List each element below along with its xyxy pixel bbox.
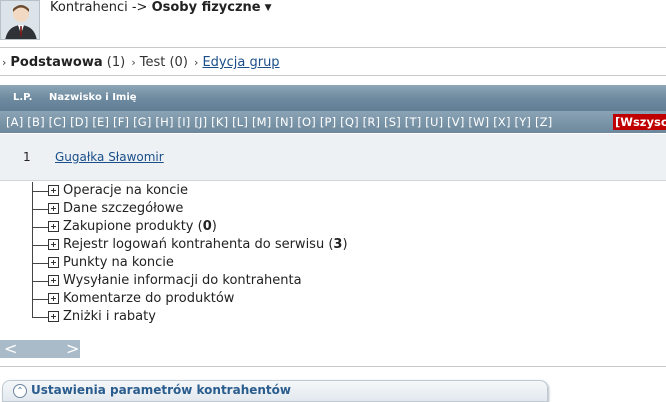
table-header: L.P. Nazwisko i Imię — [0, 85, 666, 111]
expand-icon[interactable] — [48, 311, 59, 322]
tab-test[interactable]: Test — [140, 55, 166, 70]
tree-item-label: Zakupione produkty (0) — [63, 219, 217, 234]
tree-item-operacje[interactable]: Operacje na koncie — [32, 182, 632, 200]
tree-item-wysylanie[interactable]: Wysyłanie informacji do kontrahenta — [32, 272, 632, 290]
expand-icon[interactable] — [48, 293, 59, 304]
tree-item-rejestr[interactable]: Rejestr logowań kontrahenta do serwisu (… — [32, 236, 632, 254]
filter-all-button[interactable]: [Wszyscy] — [613, 114, 666, 130]
settings-panel-title[interactable]: Ustawienia parametrów kontrahentów — [31, 383, 291, 397]
divider — [0, 47, 666, 48]
expand-icon[interactable] — [48, 185, 59, 196]
tab-podstawowa[interactable]: Podstawowa — [10, 55, 102, 70]
chevron-right-icon: › — [131, 56, 136, 69]
tree-item-label: Punkty na koncie — [63, 255, 174, 270]
column-header-name[interactable]: Nazwisko i Imię — [49, 85, 137, 111]
tree-item-count: 3 — [333, 237, 343, 252]
edit-groups-link[interactable]: Edycja grup — [202, 55, 279, 70]
tab-count: (0) — [169, 55, 188, 70]
tree-item-dane[interactable]: Dane szczegółowe — [32, 200, 632, 218]
tree-item-label: Operacje na koncie — [63, 183, 189, 198]
alphabet-filter: [A] [B] [C] [D] [E] [F] [G] [H] [I] [J] … — [0, 111, 666, 133]
next-page-button[interactable]: > — [66, 340, 79, 358]
contractor-name-link[interactable]: Gugałka Sławomir — [55, 150, 164, 164]
page-header: Kontrahenci -> Osoby fizyczne ▼ — [0, 0, 666, 46]
tree-item-zakupione[interactable]: Zakupione produkty (0) — [32, 218, 632, 236]
table-row: 1 Gugałka Sławomir — [0, 134, 666, 181]
tree-item-label: Wysyłanie informacji do kontrahenta — [63, 273, 302, 288]
tree-item-label: Dane szczegółowe — [63, 201, 184, 216]
tree-item-label: Rejestr logowań kontrahenta do serwisu (… — [63, 237, 348, 252]
tab-count: (1) — [106, 55, 126, 70]
expand-icon[interactable] — [48, 239, 59, 250]
row-number: 1 — [23, 150, 31, 164]
divider — [0, 75, 666, 76]
settings-panel-header[interactable]: ⌃ Ustawienia parametrów kontrahentów — [2, 380, 548, 402]
chevron-right-icon: › — [194, 56, 199, 69]
avatar — [0, 0, 40, 40]
expand-icon[interactable] — [48, 203, 59, 214]
pager: < > — [0, 340, 80, 358]
tree-item-count: 0 — [202, 219, 212, 234]
chevron-right-icon: › — [2, 56, 7, 69]
tree-item-znizki[interactable]: Zniżki i rabaty — [32, 308, 632, 326]
expand-icon[interactable] — [48, 257, 59, 268]
tree-item-label: Komentarze do produktów — [63, 291, 235, 306]
collapse-icon[interactable]: ⌃ — [13, 384, 27, 398]
divider — [0, 366, 666, 367]
page-title: Kontrahenci -> Osoby fizyczne ▼ — [50, 0, 272, 16]
group-tabs: › Podstawowa (1) › Test (0) › Edycja grup — [0, 54, 280, 72]
expand-icon[interactable] — [48, 221, 59, 232]
tree-item-punkty[interactable]: Punkty na koncie — [32, 254, 632, 272]
tree-item-label: Zniżki i rabaty — [63, 309, 156, 324]
breadcrumb-current[interactable]: Osoby fizyczne — [152, 0, 261, 15]
chevron-down-icon[interactable]: ▼ — [265, 0, 272, 16]
alphabet-letters[interactable]: [A] [B] [C] [D] [E] [F] [G] [H] [I] [J] … — [6, 111, 552, 133]
expand-icon[interactable] — [48, 275, 59, 286]
column-header-lp[interactable]: L.P. — [13, 85, 32, 111]
tree-item-komentarze[interactable]: Komentarze do produktów — [32, 290, 632, 308]
breadcrumb-prefix: Kontrahenci -> — [50, 0, 148, 15]
prev-page-button[interactable]: < — [4, 340, 17, 358]
